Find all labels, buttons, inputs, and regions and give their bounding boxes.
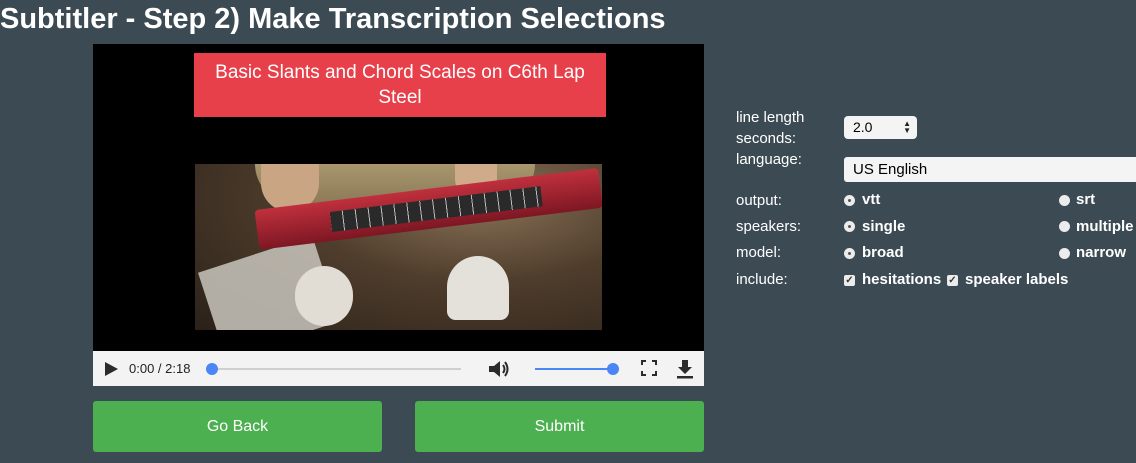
video-controls: 0:00 / 2:18 (93, 351, 704, 386)
hesitations-checkbox[interactable]: ✓ (844, 275, 855, 286)
speaker-labels-checkbox[interactable]: ✓ (947, 275, 958, 286)
model-narrow-radio[interactable] (1059, 248, 1070, 259)
speakers-multiple-label: multiple (1076, 218, 1134, 235)
line-length-seconds-label: seconds: (736, 130, 797, 147)
page-title: Subtitler - Step 2) Make Transcription S… (0, 3, 666, 35)
output-srt-radio[interactable] (1059, 195, 1070, 206)
line-length-label: line length (736, 109, 805, 126)
language-value: US English (853, 161, 928, 178)
speakers-single-label: single (862, 218, 906, 235)
hesitations-label: hesitations (862, 271, 942, 288)
model-broad-label: broad (862, 244, 904, 261)
line-length-select[interactable]: 2.0 ▲ ▼ (844, 116, 917, 139)
volume-slider[interactable] (535, 368, 613, 370)
play-icon[interactable] (105, 362, 118, 376)
model-narrow-label: narrow (1076, 244, 1127, 261)
volume-icon[interactable] (487, 359, 511, 379)
fullscreen-icon[interactable] (641, 360, 657, 376)
speaker-labels-label: speaker labels (965, 271, 1069, 288)
language-select[interactable]: US English (844, 157, 1136, 182)
output-label: output: (736, 192, 782, 209)
seek-bar[interactable] (209, 368, 461, 370)
output-vtt-label: vtt (862, 191, 881, 208)
submit-button[interactable]: Submit (415, 401, 704, 452)
video-frame[interactable] (195, 164, 602, 330)
language-label: language: (736, 151, 802, 168)
speakers-single-radio[interactable] (844, 221, 855, 232)
go-back-button[interactable]: Go Back (93, 401, 382, 452)
volume-handle[interactable] (607, 363, 619, 375)
output-srt-label: srt (1076, 191, 1096, 208)
include-label: include: (736, 271, 788, 288)
speakers-multiple-radio[interactable] (1059, 221, 1070, 232)
video-title-banner: Basic Slants and Chord Scales on C6th La… (194, 53, 606, 117)
video-time: 0:00 / 2:18 (129, 361, 191, 376)
video-scene-leg (447, 256, 509, 320)
download-icon[interactable] (676, 359, 694, 379)
model-label: model: (736, 244, 782, 261)
line-length-value: 2.0 (853, 119, 873, 135)
speakers-label: speakers: (736, 218, 802, 235)
video-scene-leg (295, 266, 353, 326)
seek-handle[interactable] (206, 363, 218, 375)
model-broad-radio[interactable] (844, 248, 855, 259)
output-vtt-radio[interactable] (844, 195, 855, 206)
stepper-arrows-icon: ▲ ▼ (903, 119, 911, 135)
